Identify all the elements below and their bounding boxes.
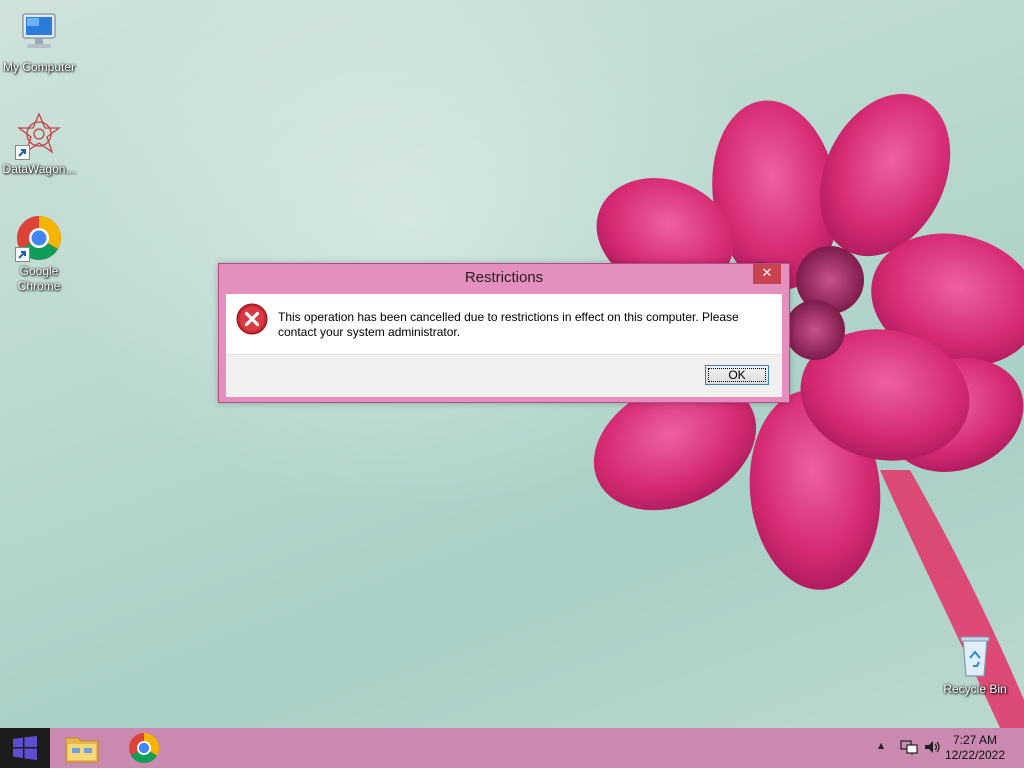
- chrome-icon: [15, 214, 63, 262]
- desktop-icon-label: Google Chrome: [17, 264, 61, 293]
- file-explorer-icon: [65, 737, 99, 763]
- system-tray: ▲ 7:27 AM 12/22/2022: [864, 728, 1024, 768]
- computer-icon: [15, 10, 63, 58]
- desktop-icon-recycle-bin[interactable]: Recycle Bin: [936, 632, 1014, 697]
- shortcut-arrow-icon: [15, 145, 30, 160]
- clock-date: 12/22/2022: [944, 748, 1006, 762]
- datawagon-icon: [15, 112, 63, 160]
- desktop-icon-my-computer[interactable]: My Computer: [0, 10, 78, 75]
- dialog-title: Restrictions: [464, 269, 544, 286]
- recycle-bin-icon: [951, 632, 999, 680]
- dialog-message-area: This operation has been cancelled due to…: [226, 294, 782, 354]
- shortcut-arrow-icon: [15, 247, 30, 262]
- chrome-icon: [129, 733, 160, 764]
- taskbar: ▲ 7:27 AM 12/22/2022: [0, 728, 1024, 768]
- clock[interactable]: 7:27 AM 12/22/2022: [940, 733, 1010, 763]
- show-hidden-icons-button[interactable]: ▲: [878, 741, 884, 750]
- desktop: My Computer DataWagon... Google Chrome R…: [0, 0, 1024, 728]
- desktop-icon-label: DataWagon...: [2, 162, 76, 176]
- windows-logo-icon: [13, 736, 37, 760]
- restrictions-dialog: Restrictions ✕ This operation has been c…: [218, 263, 790, 403]
- dialog-footer: OK: [226, 354, 782, 397]
- network-icon[interactable]: [900, 739, 918, 759]
- desktop-icon-google-chrome[interactable]: Google Chrome: [0, 214, 78, 294]
- clock-time: 7:27 AM: [952, 733, 998, 747]
- dialog-close-button[interactable]: ✕: [753, 264, 781, 284]
- dialog-message: This operation has been cancelled due to…: [278, 310, 739, 339]
- taskbar-google-chrome[interactable]: [116, 730, 172, 766]
- dialog-body: This operation has been cancelled due to…: [226, 294, 782, 397]
- error-icon: [236, 303, 268, 335]
- start-button[interactable]: [0, 728, 50, 768]
- desktop-icon-label: Recycle Bin: [943, 682, 1007, 696]
- desktop-icon-datawagon[interactable]: DataWagon...: [0, 112, 78, 177]
- taskbar-file-explorer[interactable]: [54, 730, 110, 766]
- desktop-icon-label: My Computer: [2, 60, 76, 74]
- ok-button[interactable]: OK: [705, 365, 769, 385]
